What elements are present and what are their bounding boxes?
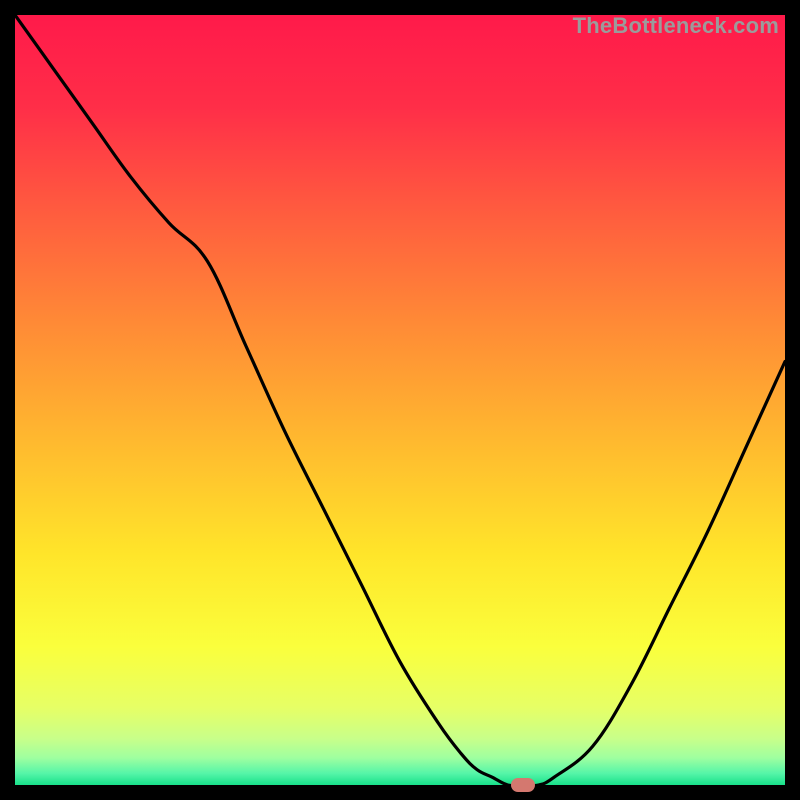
chart-background-gradient (15, 15, 785, 785)
watermark-text: TheBottleneck.com (573, 13, 779, 39)
optimal-point-marker (511, 778, 535, 792)
chart-frame: TheBottleneck.com (15, 15, 785, 785)
